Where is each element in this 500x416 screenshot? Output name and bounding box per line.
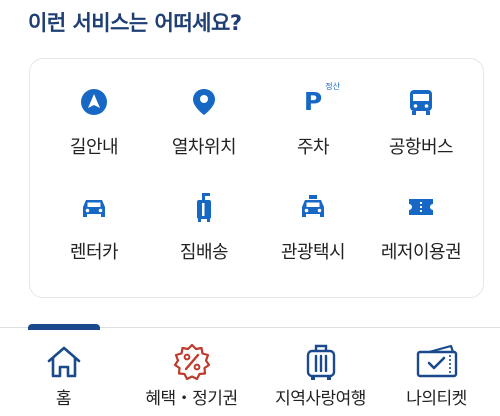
nav-benefits[interactable]: 혜택・정기권 — [129, 328, 254, 409]
nav-local-travel[interactable]: 지역사랑여행 — [258, 328, 383, 409]
discount-badge-icon — [129, 340, 254, 384]
services-card: 길안내 열차위치 P 정산 주차 공항버스 렌터카 짐배송 관광택시 레저이용권 — [29, 58, 484, 298]
nav-label: 지역사랑여행 — [275, 389, 366, 409]
nav-my-ticket[interactable]: 나의티켓 — [374, 328, 499, 409]
section-title: 이런 서비스는 어떠세요? — [28, 11, 242, 35]
navigation-icon — [38, 87, 150, 117]
parking-icon: P 정산 — [303, 82, 340, 116]
service-label: 열차위치 — [171, 137, 237, 158]
parking-badge: 정산 — [325, 82, 340, 91]
location-pin-icon — [148, 87, 260, 117]
service-navigation[interactable]: 길안내 — [38, 87, 150, 159]
service-parking[interactable]: P 정산 주차 — [257, 82, 369, 159]
service-tour-taxi[interactable]: 관광택시 — [257, 192, 369, 264]
nav-label: 홈 — [55, 389, 72, 409]
service-label: 레저이용권 — [380, 242, 462, 263]
service-label: 관광택시 — [280, 242, 346, 263]
my-ticket-icon — [374, 340, 499, 384]
service-label: 짐배송 — [179, 242, 229, 263]
nav-label: 혜택・정기권 — [145, 389, 238, 409]
service-luggage-delivery[interactable]: 짐배송 — [148, 192, 260, 264]
service-leisure-pass[interactable]: 레저이용권 — [365, 192, 477, 264]
home-icon — [1, 340, 126, 384]
service-label: 공항버스 — [388, 137, 454, 158]
service-label: 렌터카 — [69, 242, 119, 263]
luggage-icon — [148, 192, 260, 222]
taxi-icon — [257, 192, 369, 222]
service-label: 주차 — [296, 137, 330, 158]
service-airport-bus[interactable]: 공항버스 — [365, 87, 477, 159]
ticket-icon — [365, 192, 477, 222]
service-label: 길안내 — [69, 137, 119, 158]
nav-label: 나의티켓 — [406, 389, 467, 409]
suitcase-icon — [258, 340, 383, 384]
service-rental-car[interactable]: 렌터카 — [38, 192, 150, 264]
bus-icon — [365, 87, 477, 117]
service-train-location[interactable]: 열차위치 — [148, 87, 260, 159]
nav-home[interactable]: 홈 — [1, 328, 126, 409]
bottom-nav: 홈 혜택・정기권 지역사랑여행 나의티켓 — [0, 324, 500, 416]
car-icon — [38, 192, 150, 222]
